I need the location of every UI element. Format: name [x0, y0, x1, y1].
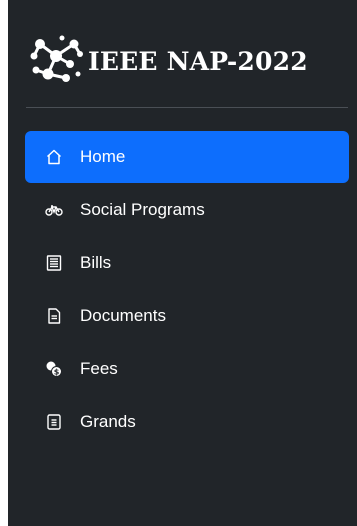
bicycle-icon [45, 201, 63, 219]
nav-item-label: Documents [80, 306, 166, 325]
brand[interactable]: IEEE NAP-2022 [26, 20, 346, 100]
nav-item-label: Bills [80, 253, 112, 272]
nav-item-documents[interactable]: Documents [25, 290, 349, 342]
nav-menu: Home Social Programs Bills Documents $ F… [25, 131, 349, 449]
house-icon [45, 148, 63, 166]
nav-item-bills[interactable]: Bills [25, 237, 349, 289]
nav-item-grands[interactable]: Grands [25, 396, 349, 448]
nav-item-label: Home [80, 147, 126, 166]
sidebar: IEEE NAP-2022 Home Social Programs Bills… [8, 0, 357, 526]
nav-item-home[interactable]: Home [25, 131, 349, 183]
nav-item-label: Fees [80, 359, 118, 378]
document-icon [45, 307, 63, 325]
molecule-logo-icon [26, 30, 86, 90]
clipboard-icon [45, 413, 63, 431]
brand-title: IEEE NAP-2022 [88, 46, 308, 76]
svg-text:$: $ [54, 368, 60, 377]
nav-item-label: Grands [80, 412, 136, 431]
nav-item-label: Social Programs [80, 200, 205, 219]
coins-icon: $ [45, 360, 63, 378]
nav-item-fees[interactable]: $ Fees [25, 343, 349, 395]
divider [26, 107, 348, 108]
receipt-icon [45, 254, 63, 272]
nav-item-social-programs[interactable]: Social Programs [25, 184, 349, 236]
